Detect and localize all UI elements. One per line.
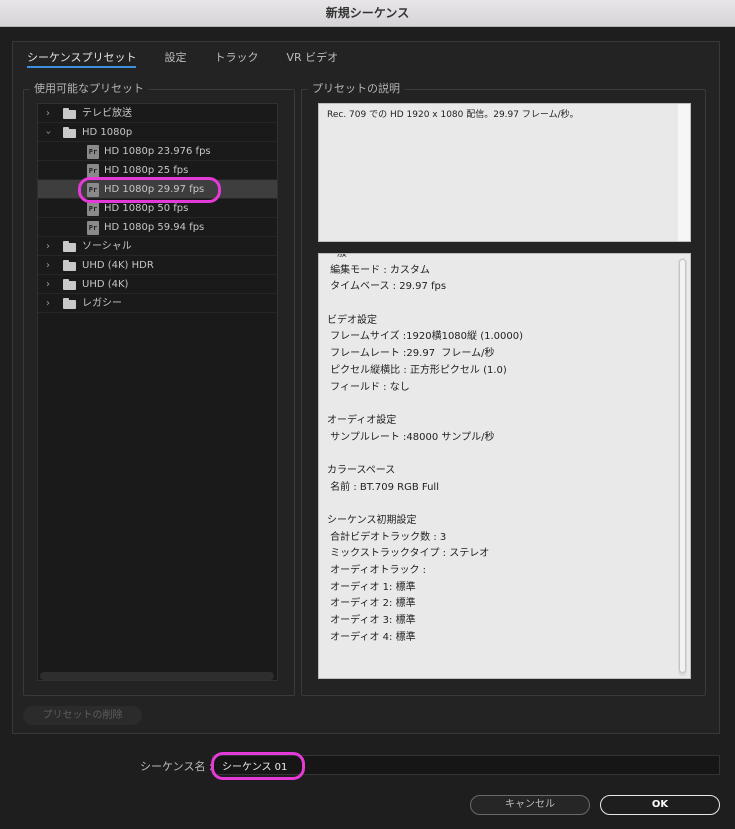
details-line: オーディオ 4: 標準 xyxy=(327,631,416,643)
tree-item-label: UHD (4K) HDR xyxy=(82,260,154,271)
premiere-preset-icon: Pr xyxy=(87,183,99,197)
tree-item-label: HD 1080p xyxy=(82,127,133,138)
details-line: オーディオ 1: 標準 xyxy=(327,581,416,593)
preset-description: Rec. 709 での HD 1920 x 1080 配信。29.97 フレーム… xyxy=(318,103,691,242)
tree-item-uhd-4k[interactable]: › UHD (4K) xyxy=(38,275,277,294)
details-line: サンプルレート :48000 サンプル/秒 xyxy=(327,431,495,443)
details-line: オーディオ設定 xyxy=(327,414,397,426)
tree-item-label: レガシー xyxy=(82,298,122,309)
tree-item-uhd-4k-hdr[interactable]: › UHD (4K) HDR xyxy=(38,256,277,275)
details-line: フレームレート :29.97 フレーム/秒 xyxy=(327,348,495,360)
details-line: カラースペース xyxy=(327,464,396,476)
details-line: 一般 xyxy=(327,253,347,259)
details-line: オーディオ 2: 標準 xyxy=(327,598,416,610)
tree-item-legacy[interactable]: › レガシー xyxy=(38,294,277,313)
tree-item-label: HD 1080p 50 fps xyxy=(104,203,189,214)
tree-item-tv-broadcast[interactable]: › テレビ放送 xyxy=(38,104,277,123)
presets-group-label: 使用可能なプリセット xyxy=(30,82,148,96)
tab-sequence-presets[interactable]: シーケンスプリセット xyxy=(27,50,137,68)
cancel-button[interactable]: キャンセル xyxy=(470,795,590,815)
details-line: 編集モード : カスタム xyxy=(327,264,430,276)
ok-button[interactable]: OK xyxy=(600,795,720,815)
tree-item-label: ソーシャル xyxy=(82,241,132,252)
tree-item-label: テレビ放送 xyxy=(82,108,132,119)
details-scrollbar[interactable] xyxy=(678,258,687,676)
details-line: ミックストラックタイプ : ステレオ xyxy=(327,548,490,560)
folder-icon xyxy=(63,127,76,138)
details-line xyxy=(327,446,674,463)
chevron-right-icon[interactable]: › xyxy=(43,256,53,275)
premiere-preset-icon: Pr xyxy=(87,202,99,216)
sequence-name-label: シーケンス名 : xyxy=(140,760,213,773)
tree-item-label: HD 1080p 59.94 fps xyxy=(104,222,205,233)
tab-vr-video[interactable]: VR ビデオ xyxy=(286,50,338,68)
premiere-preset-icon: Pr xyxy=(87,145,99,159)
window-title: 新規シーケンス xyxy=(0,0,735,27)
premiere-preset-icon: Pr xyxy=(87,221,99,235)
tree-item-label: HD 1080p 23.976 fps xyxy=(104,146,211,157)
details-line: 合計ビデオトラック数 : 3 xyxy=(327,531,447,543)
tree-horizontal-scrollbar[interactable] xyxy=(40,672,274,680)
tree-item-social[interactable]: › ソーシャル xyxy=(38,237,277,256)
details-line xyxy=(327,496,674,513)
tab-tracks[interactable]: トラック xyxy=(214,50,258,68)
tree-item-preset-25[interactable]: Pr HD 1080p 25 fps xyxy=(38,161,277,180)
description-scrollbar[interactable] xyxy=(678,104,690,241)
main-panel: シーケンスプリセット 設定 トラック VR ビデオ 使用可能なプリセット プリセ… xyxy=(12,41,720,734)
details-line xyxy=(327,396,674,413)
details-line: フィールド : なし xyxy=(327,381,410,393)
tree-item-hd-1080p[interactable]: › HD 1080p xyxy=(38,123,277,142)
delete-preset-button[interactable]: プリセットの削除 xyxy=(23,706,142,725)
tree-item-preset-50[interactable]: Pr HD 1080p 50 fps xyxy=(38,199,277,218)
details-line: シーケンス初期設定 xyxy=(327,515,417,526)
details-line: ピクセル縦横比 : 正方形ピクセル (1.0) xyxy=(327,364,507,376)
details-line: 名前 : BT.709 RGB Full xyxy=(327,481,439,493)
description-group-label: プリセットの説明 xyxy=(308,82,404,96)
tree-item-label: HD 1080p 29.97 fps xyxy=(104,184,205,195)
tree-item-label: HD 1080p 25 fps xyxy=(104,165,189,176)
premiere-preset-icon: Pr xyxy=(87,164,99,178)
chevron-right-icon[interactable]: › xyxy=(43,275,53,294)
details-scrollbar-thumb[interactable] xyxy=(679,259,686,673)
folder-icon xyxy=(63,260,76,271)
details-line: タイムベース : 29.97 fps xyxy=(327,281,447,293)
details-line: オーディオトラック : xyxy=(327,565,427,577)
description-text: Rec. 709 での HD 1920 x 1080 配信。29.97 フレーム… xyxy=(327,110,579,120)
chevron-right-icon[interactable]: › xyxy=(43,294,53,313)
chevron-down-icon[interactable]: › xyxy=(39,128,58,138)
preset-tree[interactable]: › テレビ放送 › HD 1080p Pr HD 1080p 23.976 fp… xyxy=(37,103,278,681)
folder-icon xyxy=(63,108,76,119)
details-lines: 一般 編集モード : カスタム タイムベース : 29.97 fps ビデオ設定 … xyxy=(327,253,674,647)
sequence-name-input[interactable] xyxy=(212,755,720,775)
tree-item-preset-2997[interactable]: Pr HD 1080p 29.97 fps xyxy=(38,180,277,199)
chevron-right-icon[interactable]: › xyxy=(43,104,53,123)
details-line: ビデオ設定 xyxy=(327,314,377,326)
chevron-right-icon[interactable]: › xyxy=(43,237,53,256)
tab-bar: シーケンスプリセット 設定 トラック VR ビデオ xyxy=(27,50,366,70)
details-line xyxy=(327,296,674,313)
folder-icon xyxy=(63,279,76,290)
tree-item-preset-5994[interactable]: Pr HD 1080p 59.94 fps xyxy=(38,218,277,237)
tree-item-preset-23976[interactable]: Pr HD 1080p 23.976 fps xyxy=(38,142,277,161)
preset-details: 一般 編集モード : カスタム タイムベース : 29.97 fps ビデオ設定 … xyxy=(318,253,691,679)
tab-settings[interactable]: 設定 xyxy=(164,50,186,68)
folder-icon xyxy=(63,298,76,309)
folder-icon xyxy=(63,241,76,252)
details-line: フレームサイズ :1920横1080縦 (1.0000) xyxy=(327,331,523,343)
details-line: オーディオ 3: 標準 xyxy=(327,615,416,627)
tree-item-label: UHD (4K) xyxy=(82,279,129,290)
